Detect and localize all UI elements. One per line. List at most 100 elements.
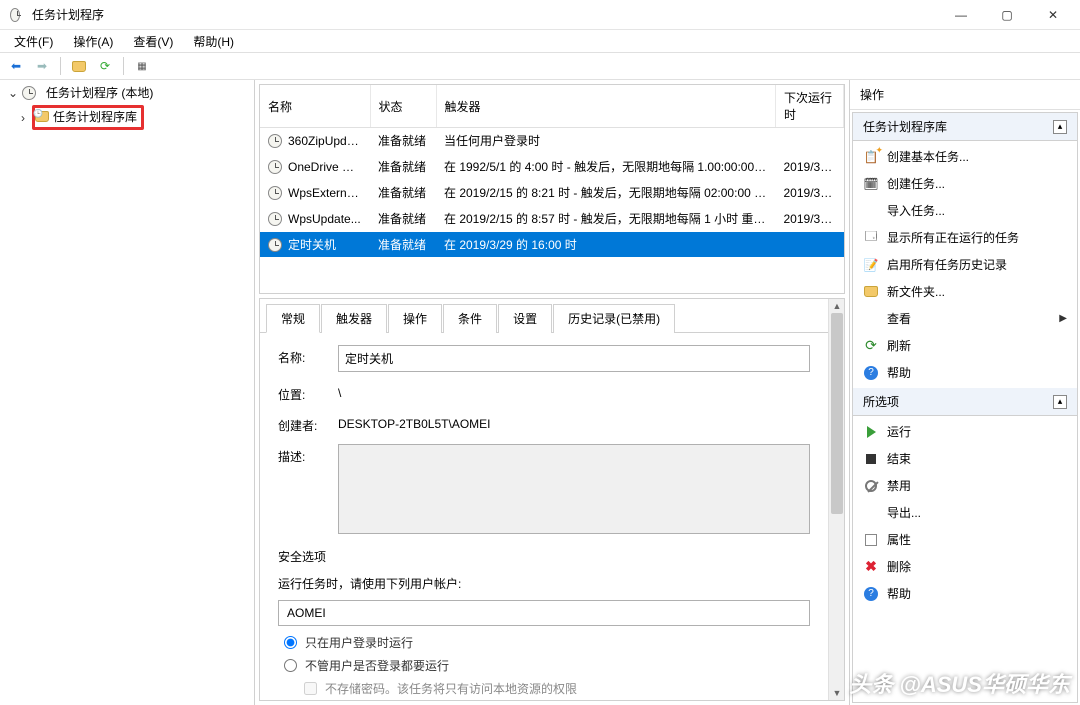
tab-actions[interactable]: 操作: [388, 304, 442, 333]
action-run[interactable]: 运行: [853, 418, 1077, 445]
action-enable-history[interactable]: 📝启用所有任务历史记录: [853, 251, 1077, 278]
action-end[interactable]: 结束: [853, 445, 1077, 472]
stop-icon: [863, 451, 879, 467]
action-show-running[interactable]: 🗔显示所有正在运行的任务: [853, 224, 1077, 251]
col-next-run[interactable]: 下次运行时: [776, 85, 844, 128]
action-delete[interactable]: ✖删除: [853, 553, 1077, 580]
menu-view[interactable]: 查看(V): [125, 31, 181, 52]
radio-any-user-input[interactable]: [284, 659, 297, 672]
task-name: WpsUpdate...: [288, 212, 361, 226]
action-refresh[interactable]: ⟳刷新: [853, 332, 1077, 359]
toolbar-panels-button[interactable]: ▦: [130, 55, 154, 77]
action-group-library[interactable]: 任务计划程序库 ▴: [853, 113, 1077, 141]
check-no-password-label: 不存储密码。该任务将只有访问本地资源的权限: [325, 680, 577, 697]
actions-header: 操作: [850, 80, 1080, 110]
view-icon: [863, 311, 879, 327]
tab-general[interactable]: 常规: [266, 304, 320, 333]
check-no-password[interactable]: 不存储密码。该任务将只有访问本地资源的权限: [304, 680, 810, 697]
radio-logged-on-input[interactable]: [284, 636, 297, 649]
task-trigger: 当任何用户登录时: [436, 128, 776, 154]
action-label: 属性: [887, 531, 911, 548]
action-create-basic[interactable]: 📋✦ 创建基本任务...: [853, 143, 1077, 170]
close-button[interactable]: ✕: [1030, 0, 1076, 29]
action-help[interactable]: ?帮助: [853, 359, 1077, 386]
label-name: 名称:: [278, 345, 320, 366]
tree-library[interactable]: › 🕒 任务计划程序库: [12, 103, 252, 132]
details-panel: 常规 触发器 操作 条件 设置 历史记录(已禁用) 名称: 定时关机 位置: \: [259, 298, 845, 701]
action-help-2[interactable]: ? 帮助: [853, 580, 1077, 607]
maximize-button[interactable]: ▢: [984, 0, 1030, 29]
create-task-icon: 🗓: [863, 176, 879, 192]
action-label: 帮助: [887, 585, 911, 602]
details-v-scrollbar[interactable]: ▲ ▼: [828, 299, 844, 700]
task-status: 准备就绪: [370, 128, 436, 154]
task-row[interactable]: WpsExternal... 准备就绪 在 2019/2/15 的 8:21 时…: [260, 180, 844, 206]
menu-action[interactable]: 操作(A): [65, 31, 121, 52]
clock-icon: [268, 186, 282, 200]
actions-body: 任务计划程序库 ▴ 📋✦ 创建基本任务... 🗓创建任务... 导入任务... 🗔…: [852, 112, 1078, 703]
app-icon: [10, 7, 26, 23]
task-table: 名称 状态 触发器 下次运行时 360ZipUpda... 准备就绪 当任何用户…: [260, 85, 844, 258]
forward-button[interactable]: ➡: [30, 55, 54, 77]
action-disable[interactable]: 禁用: [853, 472, 1077, 499]
collapse-icon[interactable]: ▴: [1053, 120, 1067, 134]
task-status: 准备就绪: [370, 154, 436, 180]
action-import[interactable]: 导入任务...: [853, 197, 1077, 224]
action-export[interactable]: 导出...: [853, 499, 1077, 526]
action-label: 创建基本任务...: [887, 148, 969, 165]
delete-icon: ✖: [863, 559, 879, 575]
action-create-task[interactable]: 🗓创建任务...: [853, 170, 1077, 197]
tab-settings[interactable]: 设置: [498, 304, 552, 333]
action-view[interactable]: 查看▶: [853, 305, 1077, 332]
menu-help[interactable]: 帮助(H): [185, 31, 242, 52]
scroll-down-icon[interactable]: ▼: [829, 686, 845, 700]
action-label: 结束: [887, 450, 911, 467]
task-row-selected[interactable]: 定时关机 准备就绪 在 2019/3/29 的 16:00 时: [260, 232, 844, 258]
tab-conditions[interactable]: 条件: [443, 304, 497, 333]
help-icon: ?: [863, 586, 879, 602]
task-row[interactable]: WpsUpdate... 准备就绪 在 2019/2/15 的 8:57 时 -…: [260, 206, 844, 232]
toolbar-sep-2: [123, 57, 124, 75]
caret-icon: ⌄: [8, 86, 18, 100]
collapse-icon[interactable]: ▴: [1053, 395, 1067, 409]
radio-any-user-label: 不管用户是否登录都要运行: [305, 657, 449, 674]
help-icon: ?: [863, 365, 879, 381]
tab-triggers[interactable]: 触发器: [321, 304, 387, 333]
action-properties[interactable]: 属性: [853, 526, 1077, 553]
task-name: OneDrive St...: [288, 160, 363, 174]
menu-file[interactable]: 文件(F): [6, 31, 61, 52]
clock-icon: [268, 238, 282, 252]
task-row[interactable]: 360ZipUpda... 准备就绪 当任何用户登录时: [260, 128, 844, 154]
minimize-button[interactable]: —: [938, 0, 984, 29]
action-label: 运行: [887, 423, 911, 440]
scroll-up-icon[interactable]: ▲: [829, 299, 845, 313]
tab-history[interactable]: 历史记录(已禁用): [553, 304, 675, 333]
radio-logged-on[interactable]: 只在用户登录时运行: [284, 634, 810, 651]
properties-icon: [863, 532, 879, 548]
field-desc: [338, 444, 810, 534]
main-split: ⌄ 任务计划程序 (本地) › 🕒 任务计划程序库 名称 状态 触发器: [0, 80, 1080, 705]
panels-icon: ▦: [137, 61, 146, 72]
col-trigger[interactable]: 触发器: [436, 85, 776, 128]
scroll-thumb[interactable]: [831, 313, 843, 514]
col-name[interactable]: 名称: [260, 85, 370, 128]
tree-pane: ⌄ 任务计划程序 (本地) › 🕒 任务计划程序库: [0, 80, 255, 705]
toolbar-folder-button[interactable]: [67, 55, 91, 77]
create-basic-icon: 📋✦: [863, 149, 879, 165]
center-pane: 名称 状态 触发器 下次运行时 360ZipUpda... 准备就绪 当任何用户…: [255, 80, 850, 705]
folder-icon: [72, 61, 86, 72]
caret-icon: ›: [18, 111, 28, 125]
action-group-selected[interactable]: 所选项 ▴: [853, 388, 1077, 416]
action-new-folder[interactable]: 新文件夹...: [853, 278, 1077, 305]
back-button[interactable]: ⬅: [4, 55, 28, 77]
task-trigger: 在 1992/5/1 的 4:00 时 - 触发后，无限期地每隔 1.00:00…: [436, 154, 776, 180]
action-label: 导出...: [887, 504, 921, 521]
radio-any-user[interactable]: 不管用户是否登录都要运行: [284, 657, 810, 674]
col-status[interactable]: 状态: [370, 85, 436, 128]
field-name: 定时关机: [338, 345, 810, 372]
toolbar-refresh-button[interactable]: ⟳: [93, 55, 117, 77]
history-icon: 📝: [863, 257, 879, 273]
tree-root[interactable]: ⌄ 任务计划程序 (本地): [2, 82, 252, 103]
task-next: 2019/3/29: [776, 180, 844, 206]
task-row[interactable]: OneDrive St... 准备就绪 在 1992/5/1 的 4:00 时 …: [260, 154, 844, 180]
